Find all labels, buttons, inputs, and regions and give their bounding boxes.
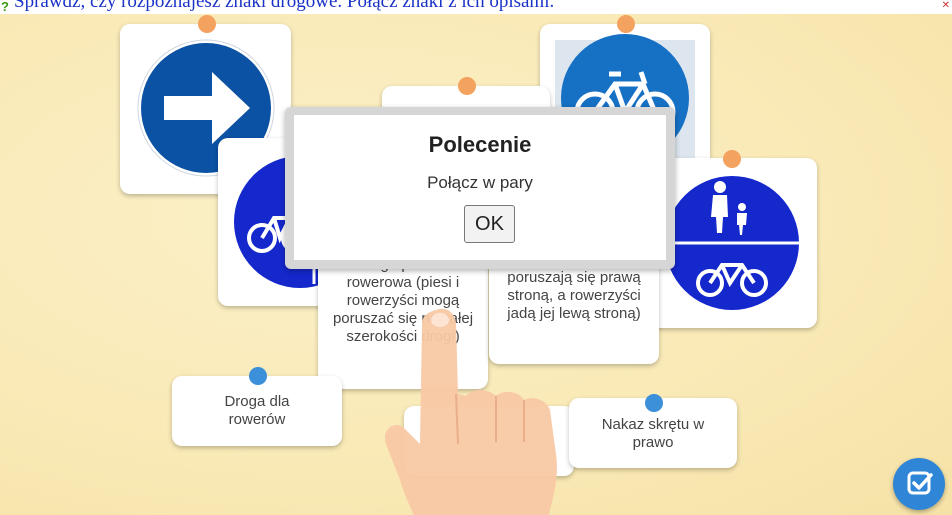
desc-card-bike-path[interactable]: Droga dla rowerów — [172, 367, 342, 446]
close-icon[interactable]: ✕ — [942, 1, 950, 11]
pin — [723, 150, 741, 168]
dialog-message: Połącz w pary — [427, 173, 533, 192]
help-icon[interactable]: ? — [1, 0, 9, 14]
exercise-title: Sprawdź, czy rozpoznajesz znaki drogowe.… — [14, 0, 555, 12]
desc-card-turn-right[interactable]: Nakaz skrętu w prawo — [569, 394, 737, 468]
card-text: Nakaz skrętu w prawo — [601, 416, 705, 451]
dialog-body: Polecenie Połącz w pary OK — [294, 115, 666, 260]
pedestrian-bike-separated-sign-icon — [665, 176, 799, 310]
checklist-icon — [907, 471, 933, 495]
top-bar: ? Sprawdź, czy rozpoznajesz znaki drogow… — [0, 0, 952, 14]
dialog-title: Polecenie — [428, 132, 532, 157]
pin — [458, 77, 476, 95]
card-text: Droga dla rowerów — [224, 393, 290, 428]
pin — [198, 15, 216, 33]
check-answers-button[interactable] — [893, 458, 945, 510]
instruction-dialog: Polecenie Połącz w pary OK — [285, 107, 675, 269]
pin — [645, 394, 663, 412]
ok-button[interactable]: OK — [464, 205, 515, 243]
hand-pointer-icon — [385, 308, 557, 515]
pin — [249, 367, 267, 385]
